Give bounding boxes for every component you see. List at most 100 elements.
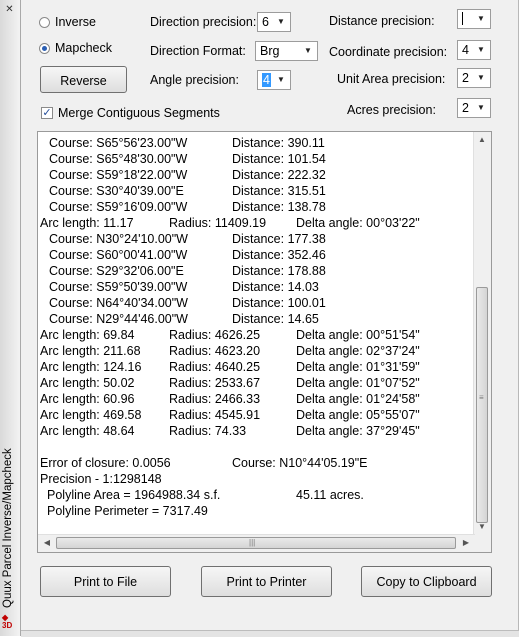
arc-length-text: Arc length: 60.96: [40, 392, 135, 406]
radius-text: Radius: 4623.20: [169, 344, 261, 358]
inverse-label: Inverse: [55, 15, 96, 29]
grip-icon: ≡: [479, 393, 484, 402]
distance-text: Distance: 315.51: [232, 184, 326, 198]
distance-text: Distance: 178.88: [232, 264, 326, 278]
course-text: Course: N64°40'34.00"W: [49, 296, 188, 310]
radius-text: Radius: 4545.91: [169, 408, 261, 422]
course-text: Course: S65°56'23.00"W: [49, 136, 188, 150]
distance-text: Distance: 14.03: [232, 280, 319, 294]
distance-precision-select[interactable]: ▼: [457, 9, 491, 29]
closure-course-text: Course: N10°44'05.19"E: [232, 456, 368, 470]
delta-angle-text: Delta angle: 37°29'45": [296, 424, 420, 438]
polyline-perimeter-text: Polyline Perimeter = 7317.49: [47, 504, 208, 518]
print-to-printer-button[interactable]: Print to Printer: [201, 566, 332, 597]
reverse-button[interactable]: Reverse: [40, 66, 127, 93]
app-logo-icon: ◆ 3D: [2, 613, 13, 630]
coordinate-precision-value: 4: [462, 43, 469, 57]
scroll-right-icon[interactable]: ▶: [459, 536, 473, 550]
error-of-closure-text: Error of closure: 0.0056: [40, 456, 171, 470]
delta-angle-text: Delta angle: 05°55'07": [296, 408, 420, 422]
distance-text: Distance: 138.78: [232, 200, 326, 214]
acres-precision-select[interactable]: 2 ▼: [457, 98, 491, 118]
chevron-down-icon: ▼: [477, 103, 485, 112]
radius-text: Radius: 4626.25: [169, 328, 261, 342]
direction-precision-select[interactable]: 6 ▼: [257, 12, 291, 32]
radius-text: Radius: 2466.33: [169, 392, 261, 406]
arc-length-text: Arc length: 50.02: [40, 376, 135, 390]
text-caret: [462, 12, 463, 26]
vertical-title-bar: ✕ Quux Parcel Inverse/Mapcheck ◆ 3D: [0, 0, 21, 636]
merge-checkbox[interactable]: ✓: [41, 107, 53, 119]
delta-angle-text: Delta angle: 01°07'52": [296, 376, 420, 390]
arc-length-text: Arc length: 469.58: [40, 408, 142, 422]
vertical-scroll-thumb[interactable]: ≡: [476, 287, 488, 523]
course-text: Course: N30°24'10.00"W: [49, 232, 188, 246]
acres-precision-value: 2: [462, 101, 469, 115]
radius-text: Radius: 4640.25: [169, 360, 261, 374]
acres-text: 45.11 acres.: [296, 488, 364, 502]
distance-text: Distance: 14.65: [232, 312, 319, 326]
angle-precision-value: 4: [262, 73, 271, 87]
chevron-down-icon: ▼: [277, 75, 285, 84]
delta-angle-text: Delta angle: 02°37'24": [296, 344, 420, 358]
radius-text: Radius: 11409.19: [169, 216, 267, 230]
arc-length-text: Arc length: 48.64: [40, 424, 135, 438]
course-text: Course: S59°18'22.00"W: [49, 168, 188, 182]
inverse-radio[interactable]: [39, 17, 50, 28]
scroll-left-icon[interactable]: ◀: [40, 536, 54, 550]
course-text: Course: N29°44'46.00"W: [49, 312, 188, 326]
course-text: Course: S65°48'30.00"W: [49, 152, 188, 166]
distance-text: Distance: 390.11: [232, 136, 325, 150]
chevron-down-icon: ▼: [477, 73, 485, 82]
mapcheck-label: Mapcheck: [55, 41, 112, 55]
menu-icon[interactable]: ✕: [3, 3, 16, 16]
distance-precision-label: Distance precision:: [329, 14, 435, 28]
report-output[interactable]: Course: S65°56'23.00"W Distance: 390.11 Co…: [37, 131, 492, 553]
distance-text: Distance: 101.54: [232, 152, 326, 166]
merge-label: Merge Contiguous Segments: [58, 106, 220, 120]
direction-format-label: Direction Format:: [150, 44, 246, 58]
angle-precision-label: Angle precision:: [150, 73, 239, 87]
radius-text: Radius: 74.33: [169, 424, 247, 438]
delta-angle-text: Delta angle: 00°51'54": [296, 328, 420, 342]
direction-precision-value: 6: [262, 15, 269, 29]
coordinate-precision-select[interactable]: 4 ▼: [457, 40, 491, 60]
coordinate-precision-label: Coordinate precision:: [329, 45, 448, 59]
scroll-up-icon[interactable]: ▲: [475, 133, 489, 147]
scroll-down-icon[interactable]: ▼: [475, 520, 489, 534]
arc-length-text: Arc length: 211.68: [40, 344, 141, 358]
direction-precision-label: Direction precision:: [150, 15, 257, 29]
distance-text: Distance: 352.46: [232, 248, 326, 262]
delta-angle-text: Delta angle: 01°24'58": [296, 392, 420, 406]
precision-text: Precision - 1:1298148: [40, 472, 162, 486]
arc-length-text: Arc length: 11.17: [40, 216, 134, 230]
arc-length-text: Arc length: 69.84: [40, 328, 135, 342]
direction-format-select[interactable]: Brg ▼: [255, 41, 318, 61]
chevron-down-icon: ▼: [277, 17, 285, 26]
polyline-area-text: Polyline Area = 1964988.34 s.f.: [47, 488, 221, 502]
copy-to-clipboard-button[interactable]: Copy to Clipboard: [361, 566, 492, 597]
acres-precision-label: Acres precision:: [347, 103, 436, 117]
mapcheck-radio[interactable]: [39, 43, 50, 54]
course-text: Course: S59°50'39.00"W: [49, 280, 188, 294]
horizontal-scroll-thumb[interactable]: |||: [56, 537, 456, 549]
distance-text: Distance: 222.32: [232, 168, 326, 182]
horizontal-scrollbar[interactable]: ◀ ||| ▶: [38, 534, 475, 552]
unit-area-precision-select[interactable]: 2 ▼: [457, 68, 491, 88]
print-to-file-button[interactable]: Print to File: [40, 566, 171, 597]
distance-text: Distance: 100.01: [232, 296, 326, 310]
course-text: Course: S29°32'06.00"E: [49, 264, 184, 278]
delta-angle-text: Delta angle: 01°31'59": [296, 360, 420, 374]
scroll-corner: [474, 535, 491, 552]
distance-text: Distance: 177.38: [232, 232, 326, 246]
direction-format-value: Brg: [260, 44, 280, 58]
radius-text: Radius: 2533.67: [169, 376, 261, 390]
window-title: Quux Parcel Inverse/Mapcheck: [2, 448, 14, 608]
delta-angle-text: Delta angle: 00°03'22": [296, 216, 420, 230]
unit-area-precision-value: 2: [462, 71, 469, 85]
report-text: Course: S65°56'23.00"W Distance: 390.11 Co…: [38, 132, 475, 536]
grip-icon: |||: [249, 538, 256, 547]
angle-precision-select[interactable]: 4 ▼: [257, 70, 291, 90]
vertical-scrollbar[interactable]: ▲ ≡ ▼: [473, 132, 491, 536]
arc-length-text: Arc length: 124.16: [40, 360, 142, 374]
